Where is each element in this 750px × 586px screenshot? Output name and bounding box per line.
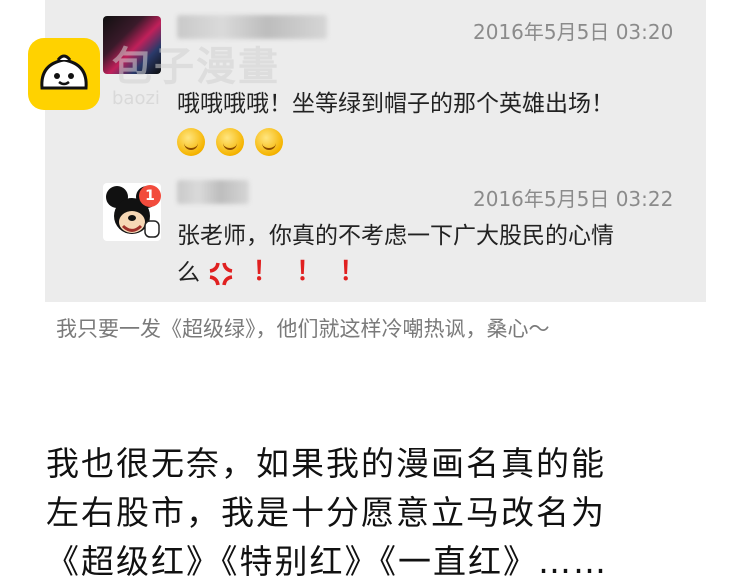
- notification-badge: 1: [139, 185, 161, 207]
- exclamation-mark: ！: [339, 257, 366, 287]
- thinking-emoji-icon: [255, 128, 284, 156]
- comment-text-tail: 么: [177, 260, 200, 286]
- exclamation-mark: ！: [295, 257, 322, 287]
- watermark-title: 包子漫畫: [112, 44, 280, 90]
- comment-text: 张老师，你真的不考虑一下广大股民的心情: [177, 223, 614, 249]
- anger-icon: [209, 262, 233, 285]
- comment-text-line2: 么 ！ ！ ！: [177, 254, 365, 291]
- caption-text: 我只要一发《超级绿》，他们就这样冷嘲热讽，桑心～: [56, 317, 550, 341]
- body-line-1: 我也很无奈，如果我的漫画名真的能: [46, 444, 606, 483]
- emoji-row: [177, 128, 289, 156]
- baozi-logo-icon: [28, 38, 100, 110]
- exclamation-mark: ！: [252, 257, 279, 287]
- comment-timestamp: 2016年5月5日 03:22: [473, 187, 674, 211]
- body-line-3: 《超级红》《特别红》《一直红》……: [46, 542, 608, 581]
- blurred-username: [177, 180, 249, 204]
- thinking-emoji-icon: [216, 128, 245, 156]
- comment-timestamp: 2016年5月5日 03:20: [473, 20, 674, 44]
- thinking-emoji-icon: [177, 128, 205, 156]
- watermark-subtitle: baozi: [112, 88, 160, 109]
- body-line-2: 左右股市，我是十分愿意立马改名为: [46, 493, 606, 532]
